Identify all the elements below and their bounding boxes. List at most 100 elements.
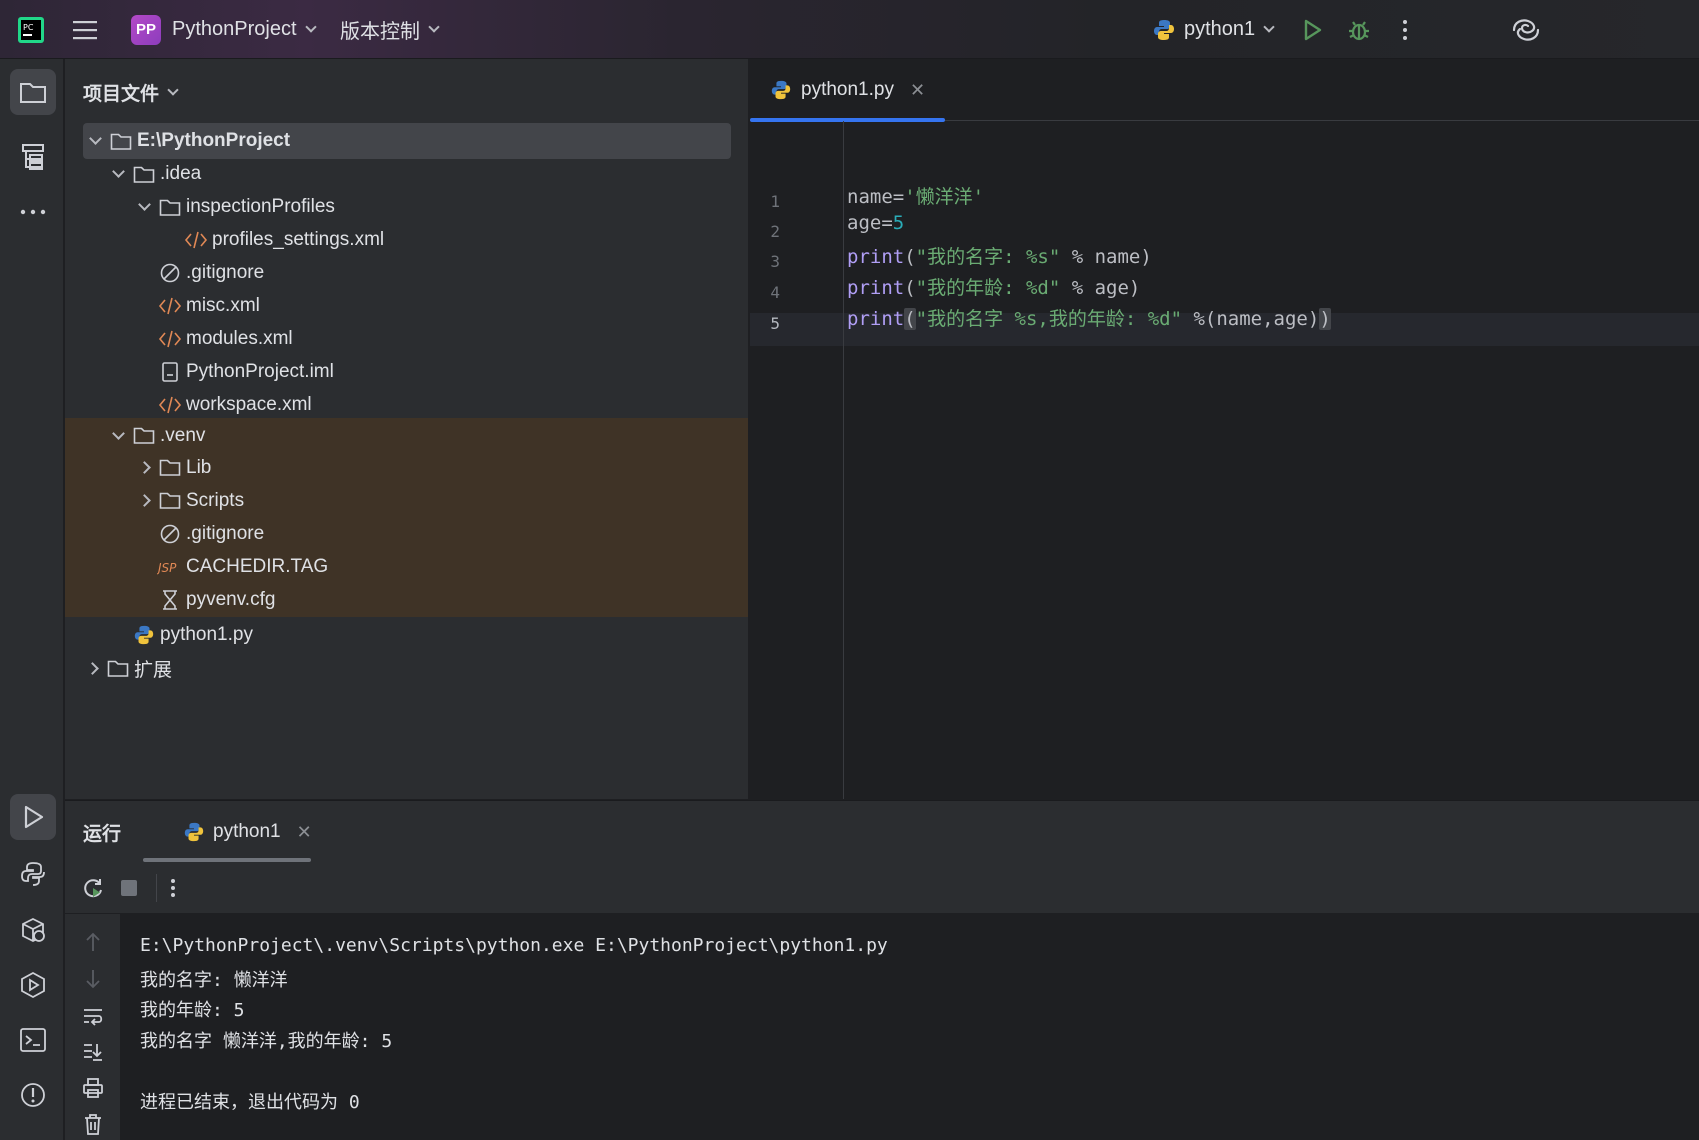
tree-item[interactable]: Scripts [65, 484, 748, 517]
run-tool-icon[interactable] [10, 794, 56, 840]
gitignore-file-icon [156, 261, 184, 285]
tab-label: python1.py [801, 79, 894, 100]
debug-bug-icon[interactable] [1346, 0, 1372, 59]
chevron-down-icon[interactable] [83, 132, 107, 145]
chevron-right-icon[interactable] [132, 461, 156, 474]
chevron-down-icon [1263, 21, 1275, 33]
tree-item[interactable]: .idea [65, 156, 748, 192]
tree-item[interactable]: .gitignore [65, 517, 748, 550]
run-panel-title: 运行 [83, 824, 122, 845]
tree-item[interactable]: 扩展 [65, 650, 748, 686]
toolbar-divider [156, 874, 157, 902]
tree-item[interactable]: .gitignore [65, 255, 748, 291]
tree-item-label: .gitignore [186, 262, 265, 283]
line-number: 3 [770, 252, 780, 271]
terminal-icon[interactable] [10, 1017, 56, 1063]
close-tab-icon[interactable]: ✕ [297, 822, 312, 843]
problems-icon[interactable] [10, 1072, 56, 1118]
tree-item-label: CACHEDIR.TAG [186, 555, 329, 577]
run-tab-label: python1 [213, 821, 281, 842]
tree-item-label: Lib [186, 456, 212, 478]
xml-file-icon [156, 327, 184, 351]
console-line: E:\PythonProject\.venv\Scripts\python.ex… [140, 935, 888, 956]
stop-icon[interactable] [115, 874, 143, 902]
tree-item[interactable]: inspectionProfiles [65, 189, 748, 225]
scroll-up-icon[interactable] [79, 928, 107, 956]
tree-item-label: E:\PythonProject [137, 130, 291, 151]
run-button[interactable] [1300, 0, 1324, 59]
tree-item[interactable]: pyvenv.cfg [65, 583, 748, 617]
scroll-down-icon[interactable] [79, 965, 107, 993]
structure-icon[interactable] [10, 134, 56, 180]
tree-item-label: inspectionProfiles [186, 196, 335, 217]
python-file-icon [770, 79, 792, 101]
chevron-down-icon[interactable] [106, 165, 130, 178]
python-icon [1152, 18, 1176, 42]
rerun-icon[interactable] [79, 874, 107, 902]
code-line: name='懒洋洋' [847, 182, 984, 209]
folder-icon [156, 195, 184, 219]
run-config-selector[interactable]: python1 [1152, 0, 1275, 59]
tab-python1-py[interactable]: python1.py ✕ [750, 59, 947, 122]
run-toolbar [65, 862, 1699, 914]
tree-item[interactable]: PythonProject.iml [65, 354, 748, 390]
vcs-menu[interactable]: 版本控制 [340, 0, 440, 59]
cfg-file-icon [156, 588, 184, 612]
line-number: 2 [770, 222, 780, 241]
tree-item[interactable]: python1.py [65, 617, 748, 653]
project-switcher[interactable]: PP PythonProject [131, 0, 317, 59]
tree-item[interactable]: JSP CACHEDIR.TAG [65, 550, 748, 583]
tree-item[interactable]: modules.xml [65, 321, 748, 357]
more-tools-icon[interactable] [10, 189, 56, 235]
tree-item-label: profiles_settings.xml [212, 229, 385, 250]
tree-item[interactable]: .venv [65, 418, 748, 453]
console-line: 进程已结束，退出代码为 0 [140, 1092, 360, 1113]
code-token: name= [847, 186, 905, 208]
project-view-selector[interactable]: 项目文件 [83, 79, 179, 106]
project-panel: 项目文件 E:\PythonProject .idea inspectionProf… [65, 59, 749, 799]
pycharm-logo-icon[interactable]: PC [18, 0, 44, 59]
tree-item[interactable]: E:\PythonProject [83, 123, 731, 159]
svg-text:JSP: JSP [157, 561, 177, 575]
more-options-icon[interactable] [1400, 0, 1410, 59]
chevron-down-icon [304, 21, 317, 33]
left-tool-strip [0, 59, 64, 1140]
print-icon[interactable] [79, 1074, 107, 1102]
code-token: "我的名字: %s" [915, 246, 1061, 268]
folder-icon [156, 489, 184, 513]
ai-assistant-icon[interactable] [1510, 0, 1542, 59]
code-line: print("我的年龄: %d" % age) [847, 273, 1140, 300]
chevron-down-icon[interactable] [106, 426, 130, 440]
project-folder-icon[interactable] [10, 69, 56, 115]
run-config-label: python1 [1184, 18, 1256, 40]
tree-item[interactable]: profiles_settings.xml [65, 222, 748, 258]
project-badge: PP [131, 14, 161, 45]
tree-item[interactable]: Lib [65, 451, 748, 484]
console-line: 我的年龄: 5 [140, 1000, 245, 1021]
code-line: print("我的名字: %s" % name) [847, 242, 1152, 269]
python-console-icon[interactable] [10, 851, 56, 897]
code-token: "我的年龄: %d" [915, 277, 1061, 299]
chevron-down-icon[interactable] [132, 198, 156, 211]
chevron-right-icon[interactable] [132, 494, 156, 507]
python-packages-icon[interactable] [10, 907, 56, 953]
code-token: % age) [1060, 277, 1141, 299]
soft-wrap-icon[interactable] [79, 1002, 107, 1030]
tree-item-label: 扩展 [134, 659, 173, 681]
close-tab-icon[interactable]: ✕ [910, 80, 925, 101]
scroll-to-end-icon[interactable] [79, 1038, 107, 1066]
services-icon[interactable] [10, 962, 56, 1008]
code-token: age= [847, 212, 893, 234]
xml-file-icon [156, 294, 184, 318]
folder-icon [104, 656, 132, 680]
tab-run-python1[interactable]: python1 ✕ [163, 801, 335, 863]
gitignore-file-icon [156, 522, 184, 546]
more-options-icon[interactable] [163, 874, 183, 902]
main-menu-icon[interactable] [72, 0, 98, 59]
clear-trash-icon[interactable] [79, 1110, 107, 1138]
line-number-gutter: 1 2 3 4 5 [750, 121, 844, 799]
tree-item[interactable]: misc.xml [65, 288, 748, 324]
tree-item-label: .idea [160, 163, 202, 184]
chevron-right-icon[interactable] [80, 661, 104, 675]
svg-text:PC: PC [23, 23, 34, 32]
